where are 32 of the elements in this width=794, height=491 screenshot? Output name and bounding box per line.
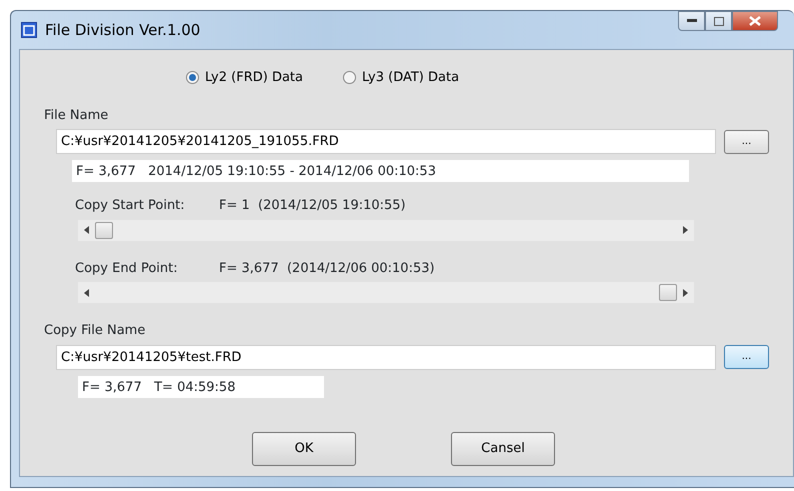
window-title: File Division Ver.1.00 [45,20,200,41]
field-label: File Name [44,106,110,124]
scrollbar-thumb[interactable] [659,284,677,301]
close-button[interactable] [732,11,778,31]
app-icon [21,22,37,38]
point-value: F= 3,677 (2014/12/06 00:10:53) [219,260,435,278]
right-arrow-icon[interactable] [683,226,688,234]
file-info-text: F= 3,677 2014/12/05 19:10:55 - 2014/12/06 00:10:53 [72,160,689,182]
radio-option[interactable]: Ly3 (DAT) Data [342,68,460,88]
dialog-button[interactable]: OK [252,432,356,466]
point-value: F= 1 (2014/12/05 19:10:55) [219,197,406,215]
scrollbar-track[interactable] [78,282,694,303]
scrollbar-thumb[interactable] [95,222,113,238]
maximize-button[interactable] [705,11,732,31]
scrollbar-track[interactable] [78,220,694,240]
left-arrow-icon[interactable] [84,288,89,296]
minimize-button[interactable] [678,11,705,31]
left-arrow-icon[interactable] [84,226,89,234]
point-label: Copy End Point: [75,260,179,278]
browse-button[interactable]: ... [724,345,769,369]
right-arrow-icon[interactable] [683,288,688,296]
browse-button[interactable]: ... [724,130,769,154]
file-path-field[interactable]: C:¥usr¥20141205¥20141205_191055.FRD [56,129,716,154]
point-label: Copy Start Point: [75,197,186,215]
file-info-text: F= 3,677 T= 04:59:58 [78,376,324,398]
radio-option[interactable]: Ly2 (FRD) Data [186,68,303,88]
close-icon [749,16,761,26]
file-path-field[interactable]: C:¥usr¥20141205¥test.FRD [56,344,716,370]
field-label: Copy File Name [44,322,146,340]
maximize-icon [714,16,724,26]
minimize-icon [686,19,696,23]
dialog-button[interactable]: Cansel [451,432,555,466]
